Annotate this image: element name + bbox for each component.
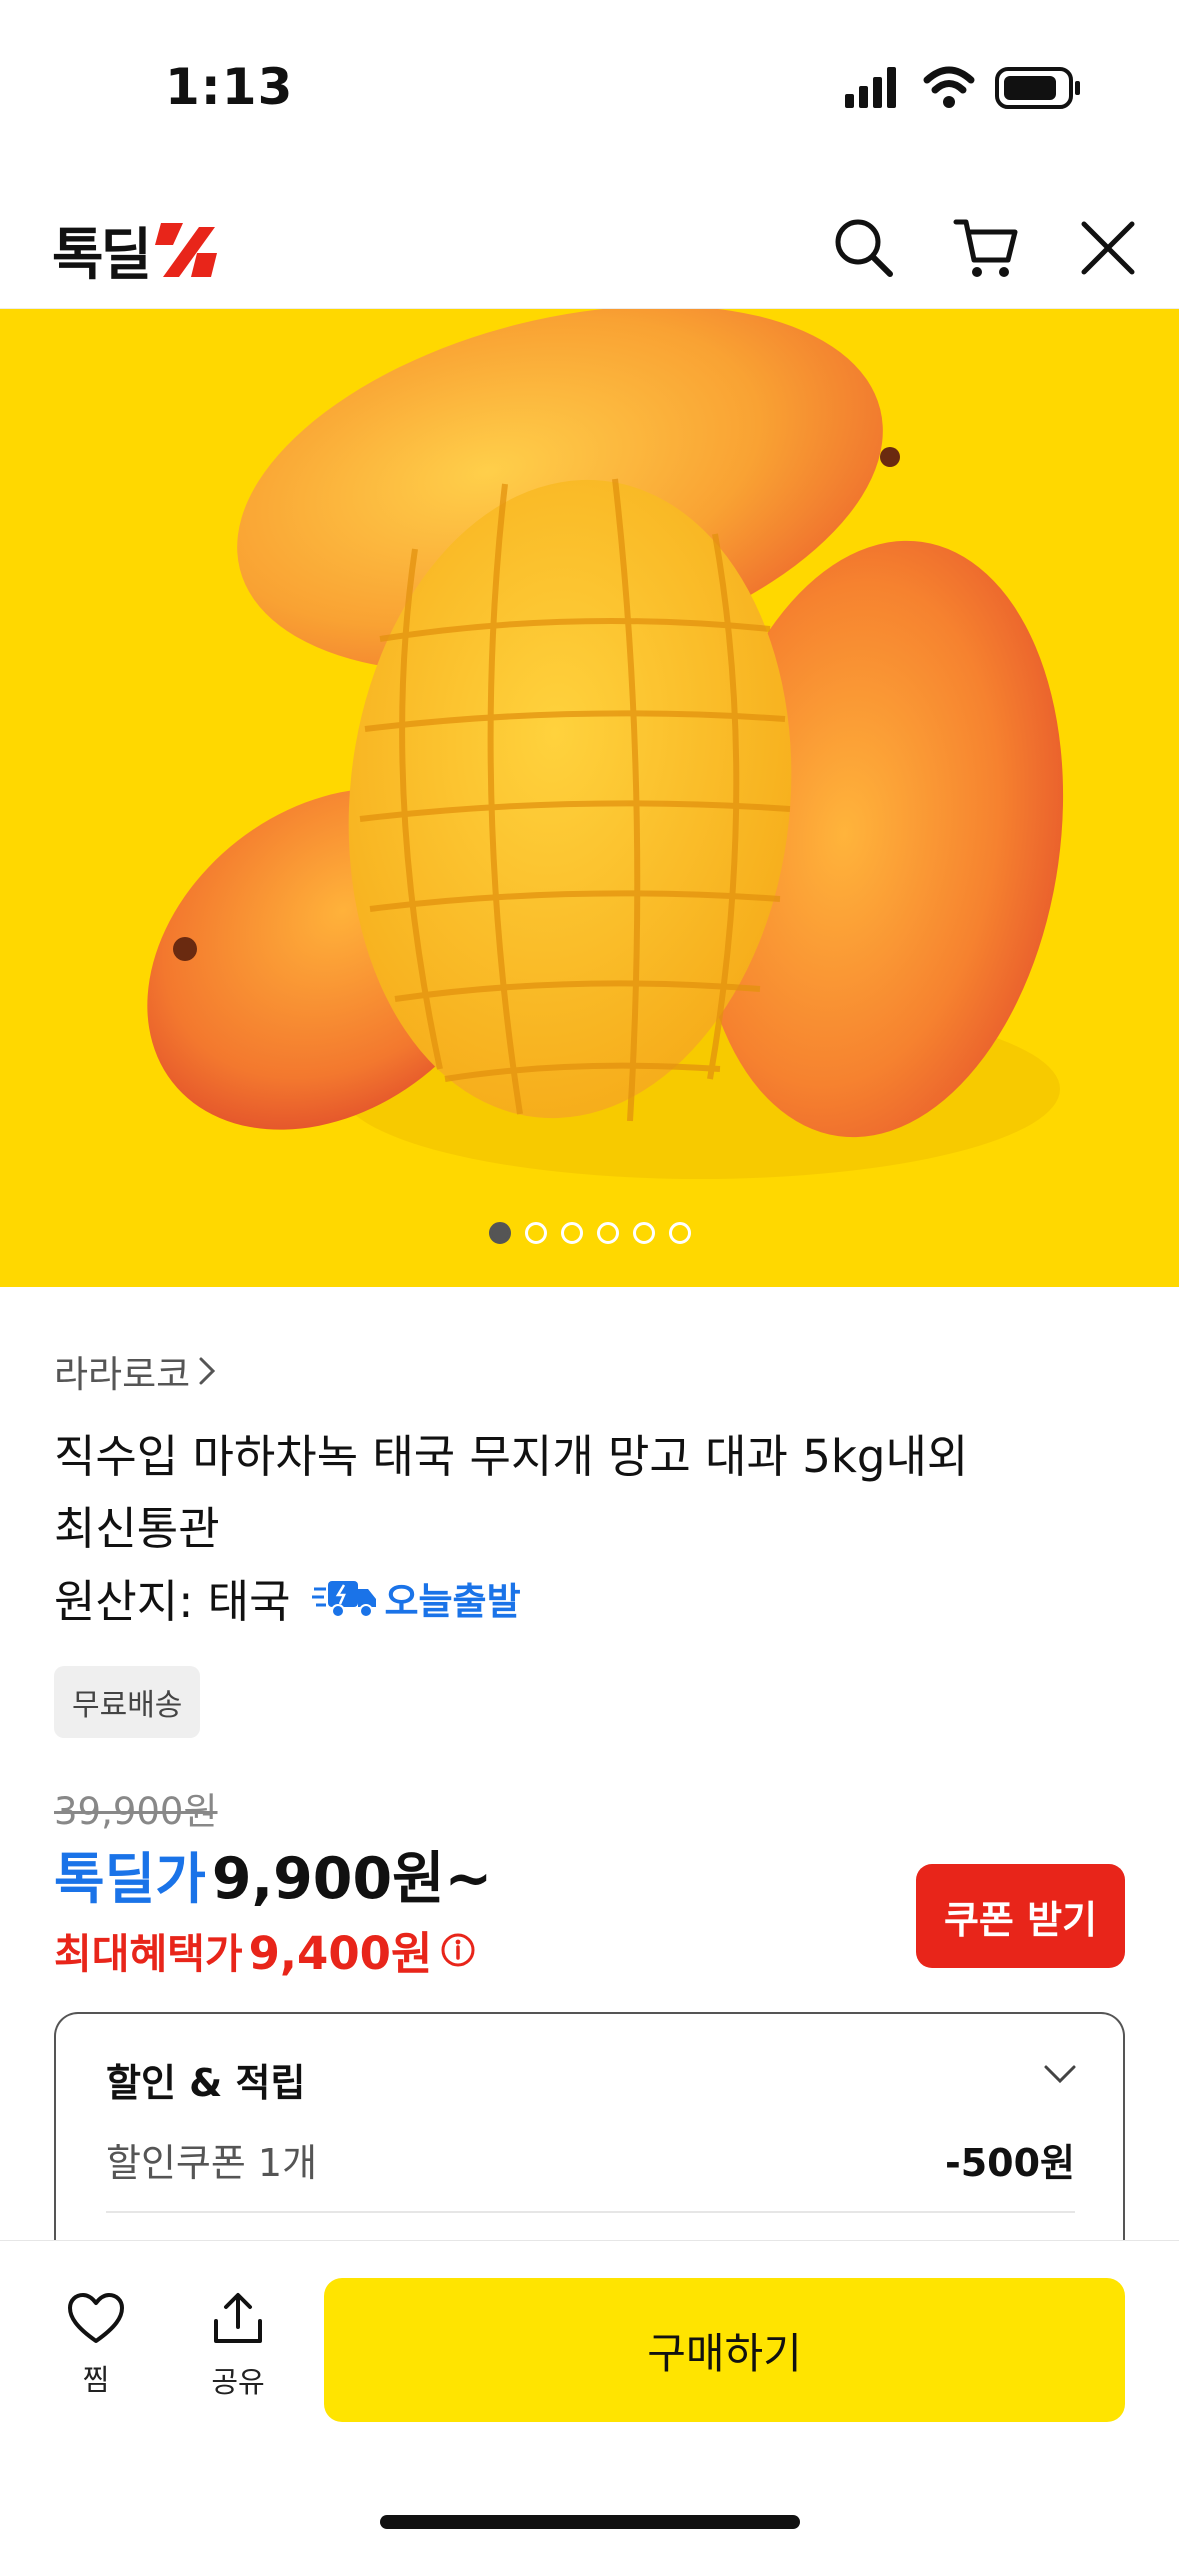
carousel-dot[interactable] bbox=[488, 1222, 511, 1244]
carousel-dot[interactable] bbox=[668, 1222, 691, 1244]
product-image[interactable] bbox=[0, 309, 1179, 1287]
close-icon[interactable] bbox=[1072, 212, 1144, 284]
wish-label: 찜 bbox=[82, 2363, 110, 2397]
home-indicator[interactable] bbox=[380, 2515, 800, 2529]
deal-price: 9,900원~ bbox=[211, 1846, 493, 1912]
product-title-line1: 직수입 마하차녹 태국 무지개 망고 대과 5kg내외 bbox=[54, 1430, 969, 1483]
discount-coupon-label: 할인쿠폰 1개 bbox=[106, 2141, 318, 2185]
battery-icon bbox=[995, 67, 1080, 109]
top-header: 톡딜 bbox=[0, 190, 1179, 309]
logo-percent-icon bbox=[155, 223, 218, 277]
buy-button[interactable]: 구매하기 bbox=[324, 2278, 1125, 2422]
carousel-dot[interactable] bbox=[524, 1222, 547, 1244]
share-icon bbox=[214, 2293, 262, 2343]
heart-icon bbox=[68, 2293, 124, 2343]
original-price: 39,900원 bbox=[54, 1790, 218, 1833]
status-icons bbox=[845, 62, 1085, 112]
search-icon[interactable] bbox=[828, 212, 900, 284]
brand-link[interactable]: 라라로코 bbox=[54, 1344, 216, 1398]
origin-text: 원산지: 태국 bbox=[54, 1575, 291, 1628]
free-shipping-badge: 무료배송 bbox=[54, 1666, 201, 1738]
max-benefit-label: 최대혜택가 bbox=[54, 1929, 243, 1978]
get-coupon-button[interactable]: 쿠폰 받기 bbox=[916, 1864, 1125, 1968]
delivery-truck-icon bbox=[312, 1580, 377, 1618]
signal-icon bbox=[845, 67, 896, 108]
origin-row: 원산지: 태국 오늘출발 bbox=[54, 1565, 521, 1630]
logo[interactable]: 톡딜 bbox=[52, 210, 223, 290]
discount-title: 할인 & 적립 bbox=[106, 2061, 306, 2105]
wifi-icon bbox=[923, 66, 975, 108]
max-benefit-row: 최대혜택가 9,400원 bbox=[54, 1917, 476, 1982]
carousel-dot[interactable] bbox=[596, 1222, 619, 1244]
logo-text: 톡딜 bbox=[52, 222, 152, 288]
bottom-action-bar: 찜 공유 구매하기 bbox=[0, 2240, 1179, 2557]
status-time: 1:13 bbox=[165, 58, 294, 116]
mango-image bbox=[147, 309, 1064, 1179]
carousel-dot[interactable] bbox=[632, 1222, 655, 1244]
carousel-dot[interactable] bbox=[560, 1222, 583, 1244]
share-label: 공유 bbox=[211, 2365, 265, 2399]
cart-icon[interactable] bbox=[950, 212, 1022, 284]
carousel-dots bbox=[0, 1222, 1179, 1250]
today-shipping-text: 오늘출발 bbox=[384, 1579, 521, 1623]
deal-price-row: 톡딜가 9,900원~ bbox=[54, 1833, 492, 1915]
max-benefit-price: 9,400원 bbox=[248, 1927, 433, 1980]
divider bbox=[106, 2211, 1075, 2213]
product-title-line2: 최신통관 bbox=[54, 1502, 220, 1555]
chevron-right-icon bbox=[199, 1357, 216, 1385]
brand-name: 라라로코 bbox=[54, 1353, 191, 1396]
info-icon[interactable] bbox=[440, 1932, 476, 1968]
deal-label: 톡딜가 bbox=[54, 1847, 206, 1911]
chevron-down-icon[interactable] bbox=[1043, 2064, 1077, 2084]
wish-button[interactable]: 찜 bbox=[46, 2291, 146, 2399]
share-button[interactable]: 공유 bbox=[188, 2291, 288, 2401]
discount-coupon-value: -500원 bbox=[944, 2141, 1075, 2185]
today-shipping-badge: 오늘출발 bbox=[312, 1571, 521, 1625]
